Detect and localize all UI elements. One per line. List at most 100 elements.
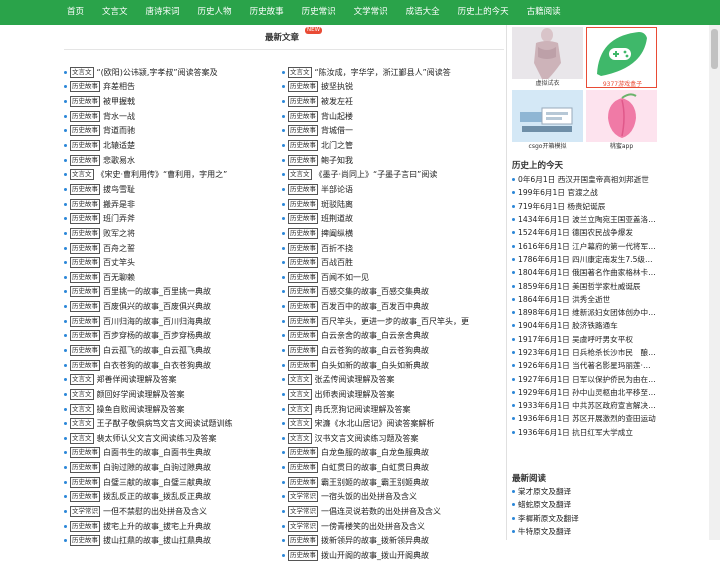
article-item[interactable]: 历史故事 白头如新的故事_白头如新典故 [282,358,497,373]
category-tag[interactable]: 历史故事 [70,359,100,371]
category-tag[interactable]: 文言文 [70,169,94,181]
nav-item[interactable]: 历史常识 [293,0,345,25]
article-item[interactable]: 文学常识 一宿头饭的出处拼音及含义 [282,490,497,505]
article-item[interactable]: 历史故事 弃差相告 [64,80,279,95]
article-link[interactable]: 白面书生的故事_白面书生典故 [103,447,211,458]
article-item[interactable]: 文言文 冉氏烹狗记阅读理解及答案 [282,402,497,417]
nav-item[interactable]: 文学常识 [345,0,397,25]
article-item[interactable]: 文言文 汉书文言文阅读练习题及答案 [282,431,497,446]
article-item[interactable]: 历史故事 拔宅上升的故事_拔宅上升典故 [64,519,279,534]
article-item[interactable]: 历史故事 搬弄是非 [64,197,279,212]
article-item[interactable]: 历史故事 白龙鱼服的故事_白龙鱼服典故 [282,446,497,461]
history-item[interactable]: 1804年6月1日 俄国著名作曲家格林卡… [512,266,660,279]
article-item[interactable]: 历史故事 背道而驰 [64,124,279,139]
article-link[interactable]: 班荆道故 [321,213,353,224]
category-tag[interactable]: 历史故事 [70,81,100,93]
article-item[interactable]: 文言文 《宋史·曹利用传》“曹利用，字用之” [64,167,279,182]
article-item[interactable]: 历史故事 悲歌易水 [64,153,279,168]
category-tag[interactable]: 历史故事 [70,520,100,532]
category-tag[interactable]: 历史故事 [70,476,100,488]
item-link[interactable]: 1434年6月1日 波兰立陶宛王国亚盖洛… [518,214,656,225]
article-link[interactable]: 百舟之誓 [103,243,135,254]
article-link[interactable]: “(欧阳)公讳颍,字孝叔”阅读答案及 [97,67,218,78]
article-item[interactable]: 历史故事 百无聊赖 [64,270,279,285]
item-link[interactable]: 1898年6月1日 维新派妇女团体创办中… [518,307,656,318]
item-link[interactable]: 1616年6月1日 江户幕府的第一代将军… [518,241,656,252]
article-link[interactable]: 班门弄斧 [103,213,135,224]
article-link[interactable]: 拔宅上升的故事_拔宅上升典故 [103,521,211,532]
nav-item[interactable]: 历史故事 [241,0,293,25]
category-tag[interactable]: 历史故事 [70,125,100,137]
article-link[interactable]: 一但不禁慰的出处拼音及含义 [103,506,207,517]
category-tag[interactable]: 历史故事 [70,110,100,122]
article-link[interactable]: 背水一战 [103,111,135,122]
category-tag[interactable]: 历史故事 [70,447,100,459]
article-link[interactable]: 斑驳陆离 [321,199,353,210]
history-item[interactable]: 1859年6月1日 美国哲学家杜威诞辰 [512,279,660,292]
category-tag[interactable]: 历史故事 [288,257,318,269]
category-tag[interactable]: 历史故事 [70,535,100,547]
article-item[interactable]: 历史故事 捭阖纵横 [282,226,497,241]
article-link[interactable]: 百里挑一的故事_百里挑一典故 [103,286,211,297]
category-tag[interactable]: 历史故事 [288,198,318,210]
article-item[interactable]: 文言文 宋濂《水北山居记》阅读答案解析 [282,416,497,431]
category-tag[interactable]: 历史故事 [288,154,318,166]
category-tag[interactable]: 历史故事 [288,227,318,239]
category-tag[interactable]: 历史故事 [288,359,318,371]
category-tag[interactable]: 历史故事 [70,242,100,254]
article-item[interactable]: 历史故事 拔鸟雪耻 [64,182,279,197]
category-tag[interactable]: 历史故事 [70,257,100,269]
article-link[interactable]: 被甲握戟 [103,96,135,107]
category-tag[interactable]: 文学常识 [70,506,100,518]
item-link[interactable]: 1864年6月1日 洪秀全逝世 [518,294,610,305]
article-link[interactable]: 白虹贯日的故事_白虹贯日典故 [321,462,429,473]
article-item[interactable]: 历史故事 鲍子知我 [282,153,497,168]
item-link[interactable]: 1926年6月1日 当代著名影星玛丽莲·… [518,360,651,371]
category-tag[interactable]: 历史故事 [288,140,318,152]
item-link[interactable]: 1936年6月1日 苏区开展激烈的查田运动 [518,413,656,424]
item-link[interactable]: 1786年6月1日 四川康定南发生7.5级… [518,254,653,265]
article-item[interactable]: 历史故事 百发百中的故事_百发百中典故 [282,299,497,314]
article-item[interactable]: 历史故事 白云亲舍的故事_白云亲舍典故 [282,329,497,344]
article-link[interactable]: 百丈竿头 [103,257,135,268]
category-tag[interactable]: 历史故事 [288,213,318,225]
category-tag[interactable]: 历史故事 [288,183,318,195]
article-item[interactable]: 历史故事 北门之管 [282,138,497,153]
article-link[interactable]: 白头如新的故事_白头如新典故 [321,360,429,371]
article-link[interactable]: 鲍子知我 [321,155,353,166]
article-link[interactable]: 百无聊赖 [103,272,135,283]
article-item[interactable]: 文言文 郑善佯阅读理解及答案 [64,372,279,387]
article-item[interactable]: 历史故事 拨乱反正的故事_拨乱反正典故 [64,490,279,505]
category-tag[interactable]: 历史故事 [70,198,100,210]
thumb-virtual-fitting[interactable]: 虚拟试衣 [512,27,583,88]
article-item[interactable]: 历史故事 背水一战 [64,109,279,124]
history-item[interactable]: 1434年6月1日 波兰立陶宛王国亚盖洛… [512,213,660,226]
article-link[interactable]: 百步穿杨的故事_百步穿杨典故 [103,330,211,341]
article-item[interactable]: 历史故事 百闻不如一见 [282,270,497,285]
article-link[interactable]: 背城借一 [321,125,353,136]
article-link[interactable]: 一宿头饭的出处拼音及含义 [321,491,417,502]
item-link[interactable]: 1929年6月1日 孙中山灵柩由北平移至… [518,387,656,398]
item-link[interactable]: 1927年6月1日 日军以保护侨民为由在… [518,374,656,385]
article-item[interactable]: 历史故事 百里挑一的故事_百里挑一典故 [64,285,279,300]
category-tag[interactable]: 文言文 [288,432,312,444]
item-link[interactable]: 719年6月1日 杨贵妃诞辰 [518,201,605,212]
category-tag[interactable]: 历史故事 [288,330,318,342]
article-item[interactable]: 历史故事 班门弄斧 [64,211,279,226]
category-tag[interactable]: 文言文 [70,418,94,430]
article-link[interactable]: 百折不挠 [321,243,353,254]
category-tag[interactable]: 文言文 [70,432,94,444]
history-item[interactable]: 1923年6月1日 日兵枪杀长沙市民 酿… [512,346,660,359]
article-link[interactable]: 白云孤飞的故事_白云孤飞典故 [103,345,211,356]
article-item[interactable]: 文言文 《墨子·尚同上》“子墨子言曰”阅读 [282,167,497,182]
article-link[interactable]: 霸王别姬的故事_霸王别姬典故 [321,477,429,488]
history-item[interactable]: 1926年6月1日 当代著名影星玛丽莲·… [512,359,660,372]
article-link[interactable]: 拔山扛鼎的故事_拔山扛鼎典故 [103,535,211,546]
history-item[interactable]: 1864年6月1日 洪秀全逝世 [512,293,660,306]
article-link[interactable]: 北辕适楚 [103,140,135,151]
category-tag[interactable]: 文言文 [288,169,312,181]
article-link[interactable]: 百废俱兴的故事_百废俱兴典故 [103,301,211,312]
article-item[interactable]: 文言文 张孟传阅读理解及答案 [282,372,497,387]
article-link[interactable]: 张孟传阅读理解及答案 [315,374,395,385]
item-link[interactable]: 1923年6月1日 日兵枪杀长沙市民 酿… [518,347,656,358]
